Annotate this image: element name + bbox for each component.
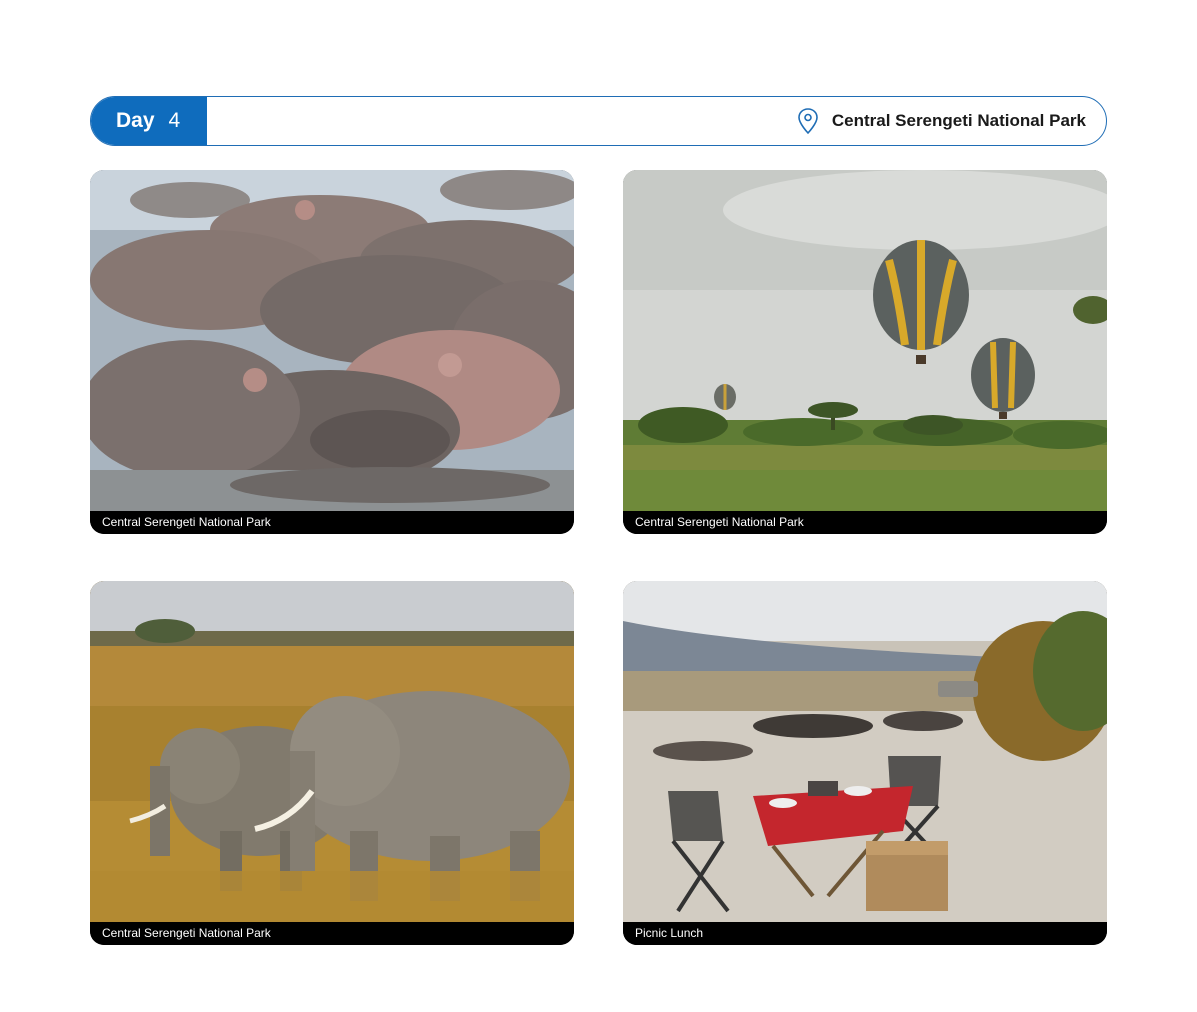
photo-card-hippos[interactable]: Central Serengeti National Park xyxy=(90,170,574,534)
day-badge: Day 4 xyxy=(91,97,207,145)
picnic-photo xyxy=(623,581,1107,922)
photo-caption: Picnic Lunch xyxy=(623,922,1107,945)
day-number: 4 xyxy=(168,109,181,132)
photo-caption: Central Serengeti National Park xyxy=(623,511,1107,534)
balloons-photo xyxy=(623,170,1107,511)
photo-card-picnic[interactable]: Picnic Lunch xyxy=(623,581,1107,945)
map-pin-icon xyxy=(798,108,818,135)
location-name: Central Serengeti National Park xyxy=(831,111,1086,130)
day-label: Day xyxy=(116,109,155,132)
location-label-group: Central Serengeti National Park xyxy=(796,107,1086,135)
photo-card-balloons[interactable]: Central Serengeti National Park xyxy=(623,170,1107,534)
photo-card-elephants[interactable]: Central Serengeti National Park xyxy=(90,581,574,945)
picnic-basket xyxy=(866,841,948,911)
elephants-photo xyxy=(90,581,574,922)
balloon-small xyxy=(714,384,736,410)
hippos-photo xyxy=(90,170,574,511)
day-header: Day 4 Central Serengeti National Park xyxy=(90,96,1107,146)
photo-caption: Central Serengeti National Park xyxy=(90,511,574,534)
photo-caption: Central Serengeti National Park xyxy=(90,922,574,945)
